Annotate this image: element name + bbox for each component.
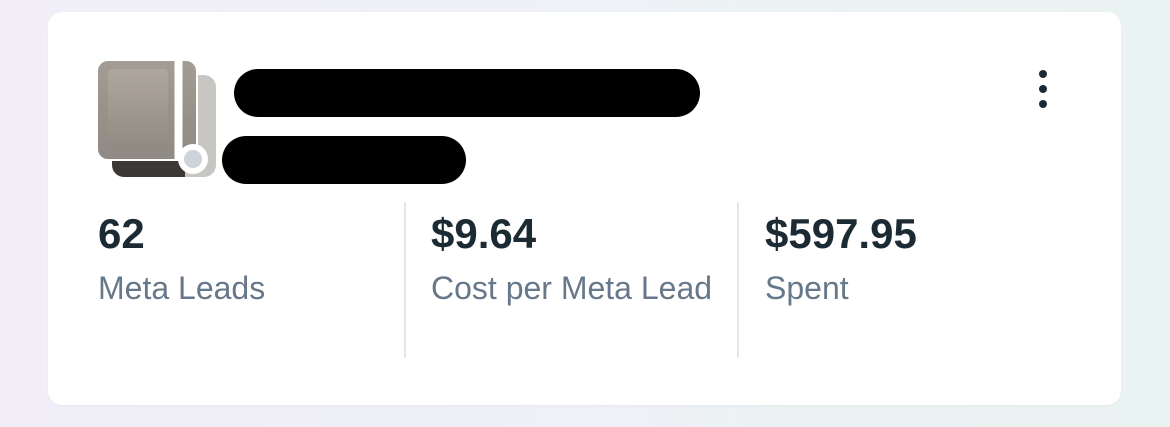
thumbnail-front-image <box>96 59 198 161</box>
metric-cost-per-lead: $9.64 Cost per Meta Lead <box>431 208 721 311</box>
metric-value: $9.64 <box>431 210 537 257</box>
metric-label: Meta Leads <box>98 270 266 306</box>
redacted-campaign-name <box>234 69 700 117</box>
metric-value: $597.95 <box>765 210 917 257</box>
metric-spent: $597.95 Spent <box>765 208 1065 311</box>
metric-label: Cost per Meta Lead <box>431 270 713 306</box>
metric-label: Spent <box>765 270 849 306</box>
more-vertical-icon <box>1039 70 1047 78</box>
divider <box>737 202 739 358</box>
metric-value: 62 <box>98 210 145 257</box>
metric-meta-leads: 62 Meta Leads <box>98 208 398 311</box>
more-options-button[interactable] <box>1028 66 1058 112</box>
redacted-campaign-subtitle <box>222 136 466 184</box>
status-dot-icon <box>178 144 208 174</box>
divider <box>404 202 406 358</box>
campaign-card[interactable]: 62 Meta Leads $9.64 Cost per Meta Lead $… <box>48 12 1121 405</box>
